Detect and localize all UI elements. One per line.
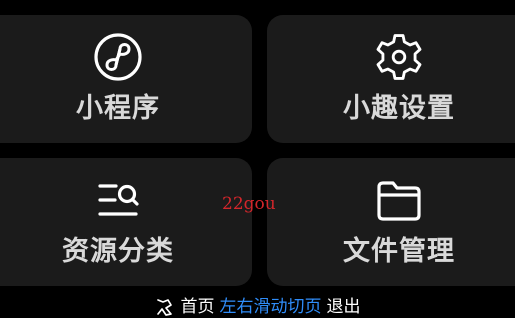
- settings-label: 小趣设置: [343, 93, 455, 124]
- folder-icon: [374, 175, 424, 225]
- gear-icon: [374, 32, 424, 82]
- mini-program-tile[interactable]: 小程序: [0, 15, 252, 143]
- list-search-icon: [93, 175, 143, 225]
- resource-category-tile[interactable]: 资源分类: [0, 158, 252, 286]
- mini-program-icon: [93, 32, 143, 82]
- settings-tile[interactable]: 小趣设置: [267, 15, 515, 143]
- footer-swipe-hint: 左右滑动切页: [219, 297, 322, 317]
- footer-exit-label: 退出: [326, 297, 361, 317]
- watermark-text: 22gou: [222, 194, 276, 214]
- footer-home-label: 首页: [180, 297, 215, 317]
- mini-program-label: 小程序: [76, 93, 160, 124]
- footer-hint-bar: 首页 左右滑动切页 退出: [0, 296, 515, 318]
- gesture-swipe-icon: [156, 299, 172, 316]
- file-manager-label: 文件管理: [343, 236, 455, 267]
- file-manager-tile[interactable]: 文件管理: [267, 158, 515, 286]
- resource-category-label: 资源分类: [62, 236, 174, 267]
